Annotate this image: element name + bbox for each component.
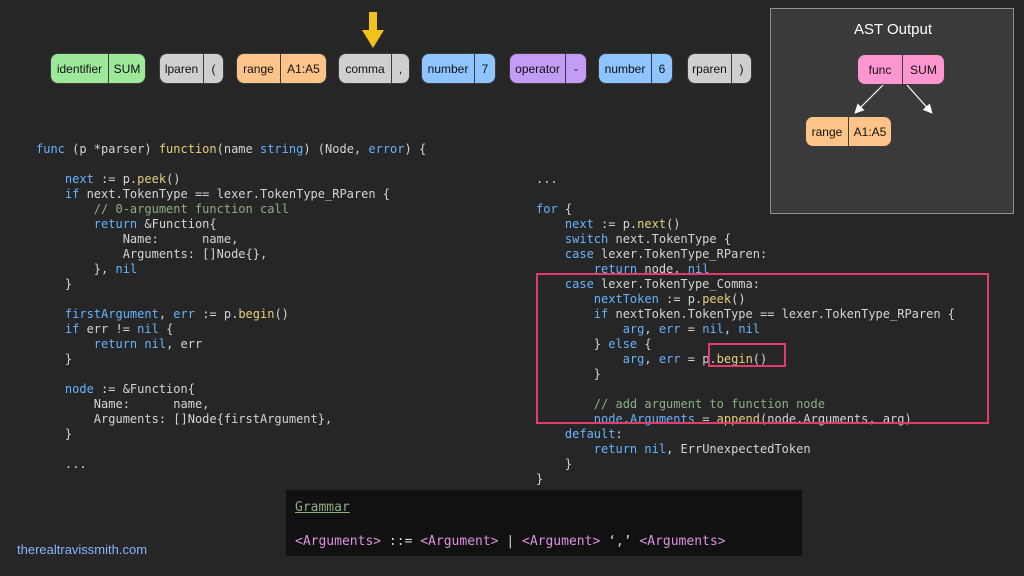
token-type-label: range: [806, 117, 848, 146]
ast-edges: [854, 84, 933, 114]
token-type-label: operator: [510, 54, 565, 83]
token-type-label: identifier: [51, 54, 108, 83]
token-operator: operator -: [509, 53, 587, 84]
grammar-title: Grammar: [295, 500, 350, 515]
token-value-label: 7: [474, 54, 495, 83]
code-left: func (p *parser) function(name string) (…: [36, 142, 427, 471]
ast-edge-right: [906, 84, 933, 114]
token-rparen: rparen): [687, 53, 752, 84]
site-watermark: therealtravissmith.com: [17, 542, 148, 557]
token-value-label: SUM: [108, 54, 145, 83]
begin-call-highlight: [708, 343, 786, 367]
token-value-label: (: [203, 54, 223, 83]
ast-node-func: func SUM: [857, 54, 945, 85]
grammar-box: Grammar <Arguments> ::= <Argument> | <Ar…: [286, 490, 802, 556]
token-value-label: ): [731, 54, 751, 83]
ast-node-range: range A1:A5: [805, 116, 892, 147]
token-range: range A1:A5: [236, 53, 327, 84]
token-comma: comma,: [338, 53, 410, 84]
token-value-label: A1:A5: [280, 54, 326, 83]
token-type-label: comma: [339, 54, 391, 83]
ast-edge-left: [854, 84, 884, 114]
token-type-label: rparen: [688, 54, 731, 83]
token-type-label: func: [858, 55, 902, 84]
grammar-rule: <Arguments> ::= <Argument> | <Argument> …: [295, 534, 726, 549]
token-type-label: lparen: [160, 54, 203, 83]
token-value-label: A1:A5: [848, 117, 891, 146]
arrow-down-icon: [362, 12, 384, 48]
token-type-label: range: [237, 54, 280, 83]
token-number: number 7: [421, 53, 496, 84]
ast-output-panel: AST Output func SUM range A1:A5: [770, 8, 1014, 214]
token-identifier: identifier SUM: [50, 53, 146, 84]
token-lparen: lparen(: [159, 53, 224, 84]
token-value-label: 6: [651, 54, 672, 83]
token-type-label: number: [599, 54, 651, 83]
token-number: number 6: [598, 53, 673, 84]
token-type-label: number: [422, 54, 474, 83]
token-value-label: SUM: [902, 55, 944, 84]
token-value-label: ,: [391, 54, 409, 83]
token-value-label: -: [565, 54, 586, 83]
